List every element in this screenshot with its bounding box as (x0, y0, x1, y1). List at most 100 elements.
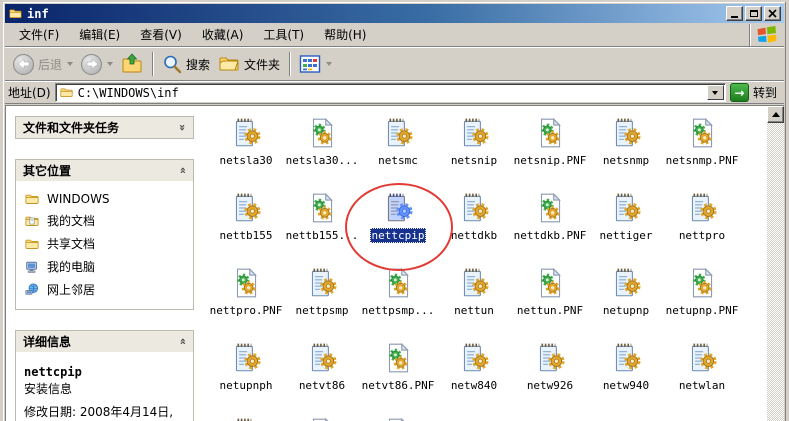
file-icon (685, 116, 719, 150)
file-item[interactable]: nettcpip (360, 191, 436, 266)
scrollbar-track[interactable] (767, 123, 784, 421)
sidebar-item-my-documents[interactable]: 我的文档 (24, 209, 189, 232)
close-button[interactable] (764, 6, 781, 21)
up-folder-icon (122, 53, 142, 73)
sidebar-item-shared-documents[interactable]: 共享文档 (24, 232, 189, 255)
sidebar: 文件和文件夹任务 » 其它位置 » WINDOWS 我的文档 共享文档 我的电脑… (5, 106, 206, 421)
sidebar-item-windows[interactable]: WINDOWS (24, 189, 189, 209)
file-icon (457, 191, 491, 225)
file-item[interactable]: netsnip (436, 116, 512, 191)
file-item[interactable]: netsmc (360, 116, 436, 191)
vertical-scrollbar[interactable] (767, 106, 784, 421)
file-item[interactable]: nettdkb (436, 191, 512, 266)
sidebar-item-my-computer[interactable]: 我的电脑 (24, 255, 189, 278)
file-item[interactable]: nettpsmp (284, 266, 360, 341)
place-label: 我的电脑 (47, 260, 96, 274)
menu-help[interactable]: 帮助(H) (314, 23, 376, 47)
file-label: nettiger (599, 229, 653, 242)
minimize-button[interactable] (726, 6, 743, 21)
file-item[interactable]: netupnph (208, 341, 284, 416)
go-button[interactable]: → 转到 (729, 83, 781, 102)
file-icon (609, 116, 643, 150)
file-tasks-header[interactable]: 文件和文件夹任务 » (16, 117, 193, 138)
file-item[interactable]: netupnp (588, 266, 664, 341)
file-label: netw926 (526, 379, 574, 392)
file-item[interactable]: netwlan (664, 341, 740, 416)
place-label: 网上邻居 (47, 283, 96, 297)
views-button[interactable] (296, 52, 335, 76)
back-label: 后退 (38, 57, 63, 72)
file-icon (457, 341, 491, 375)
back-button[interactable]: 后退 (10, 52, 76, 77)
menu-file[interactable]: 文件(F) (9, 23, 69, 47)
file-item[interactable]: nettun.PNF (512, 266, 588, 341)
file-item[interactable]: netsnip.PNF (512, 116, 588, 191)
network-places-icon (25, 283, 39, 295)
file-item[interactable]: nettb155... (284, 191, 360, 266)
file-item[interactable] (360, 416, 436, 421)
back-dropdown-icon[interactable] (67, 62, 74, 66)
file-tasks-title: 文件和文件夹任务 (23, 121, 120, 135)
file-item[interactable]: netw940 (588, 341, 664, 416)
file-item[interactable]: netw926 (512, 341, 588, 416)
search-button[interactable]: 搜索 (159, 52, 213, 76)
file-icon (305, 416, 339, 421)
panel-other-places: 其它位置 » WINDOWS 我的文档 共享文档 我的电脑 网上邻居 (15, 159, 194, 310)
file-icon (305, 341, 339, 375)
forward-button[interactable] (78, 52, 116, 77)
file-item[interactable]: netsnmp.PNF (664, 116, 740, 191)
file-icon (229, 416, 263, 421)
address-input[interactable]: C:\WINDOWS\inf (54, 83, 726, 102)
menubar-separator (749, 23, 750, 46)
folders-button[interactable]: 文件夹 (215, 52, 283, 76)
file-item[interactable]: nettun (436, 266, 512, 341)
scroll-up-button[interactable] (767, 106, 784, 123)
place-label: WINDOWS (47, 192, 110, 206)
file-item[interactable]: nettpro (664, 191, 740, 266)
file-item[interactable]: nettpro.PNF (208, 266, 284, 341)
file-label: netsla30 (219, 154, 273, 167)
maximize-button[interactable] (745, 6, 762, 21)
sidebar-item-network-places[interactable]: 网上邻居 (24, 278, 189, 301)
folder-icon (8, 7, 23, 20)
file-item[interactable]: netsla30 (208, 116, 284, 191)
views-dropdown-icon[interactable] (326, 62, 333, 66)
file-item[interactable]: netvt86.PNF (360, 341, 436, 416)
file-label: netsnmp (602, 154, 650, 167)
other-places-header[interactable]: 其它位置 » (16, 160, 193, 181)
details-modified-date: 修改日期: 2008年4月14日, (24, 405, 174, 420)
file-item[interactable]: nettb155 (208, 191, 284, 266)
minimize-icon (731, 16, 738, 18)
folders-icon (219, 57, 239, 71)
file-item[interactable]: nettpsmp... (360, 266, 436, 341)
menu-view[interactable]: 查看(V) (130, 23, 192, 47)
other-places-title: 其它位置 (23, 164, 72, 178)
address-path: C:\WINDOWS\inf (77, 85, 179, 100)
menu-tools[interactable]: 工具(T) (253, 23, 314, 47)
file-item[interactable]: netupnp.PNF (664, 266, 740, 341)
up-button[interactable] (118, 51, 146, 77)
file-item[interactable] (284, 416, 360, 421)
file-label: nettdkb (450, 229, 498, 242)
file-item[interactable]: netsnmp (588, 116, 664, 191)
file-icon (229, 191, 263, 225)
address-dropdown-button[interactable] (706, 85, 724, 100)
explorer-window: inf 文件(F) 编辑(E) 查看(V) 收藏(A) 工具(T) 帮助(H) (0, 0, 789, 421)
file-item[interactable]: nettdkb.PNF (512, 191, 588, 266)
file-item[interactable] (208, 416, 284, 421)
titlebar[interactable]: inf (5, 4, 784, 23)
file-icon (533, 191, 567, 225)
menu-favorites[interactable]: 收藏(A) (192, 23, 254, 47)
file-item[interactable]: netw840 (436, 341, 512, 416)
file-item[interactable]: nettiger (588, 191, 664, 266)
details-header[interactable]: 详细信息 » (16, 331, 193, 352)
place-label: 共享文档 (47, 237, 96, 251)
forward-dropdown-icon[interactable] (107, 62, 114, 66)
file-label: netwlan (678, 379, 726, 392)
file-item[interactable]: netvt86 (284, 341, 360, 416)
file-list-area: netsla30 netsla30... netsmc netsnip nets… (206, 106, 784, 421)
file-item[interactable]: netsla30... (284, 116, 360, 191)
menu-edit[interactable]: 编辑(E) (69, 23, 130, 47)
file-label: netsmc (378, 154, 418, 167)
maximize-icon (749, 10, 758, 17)
